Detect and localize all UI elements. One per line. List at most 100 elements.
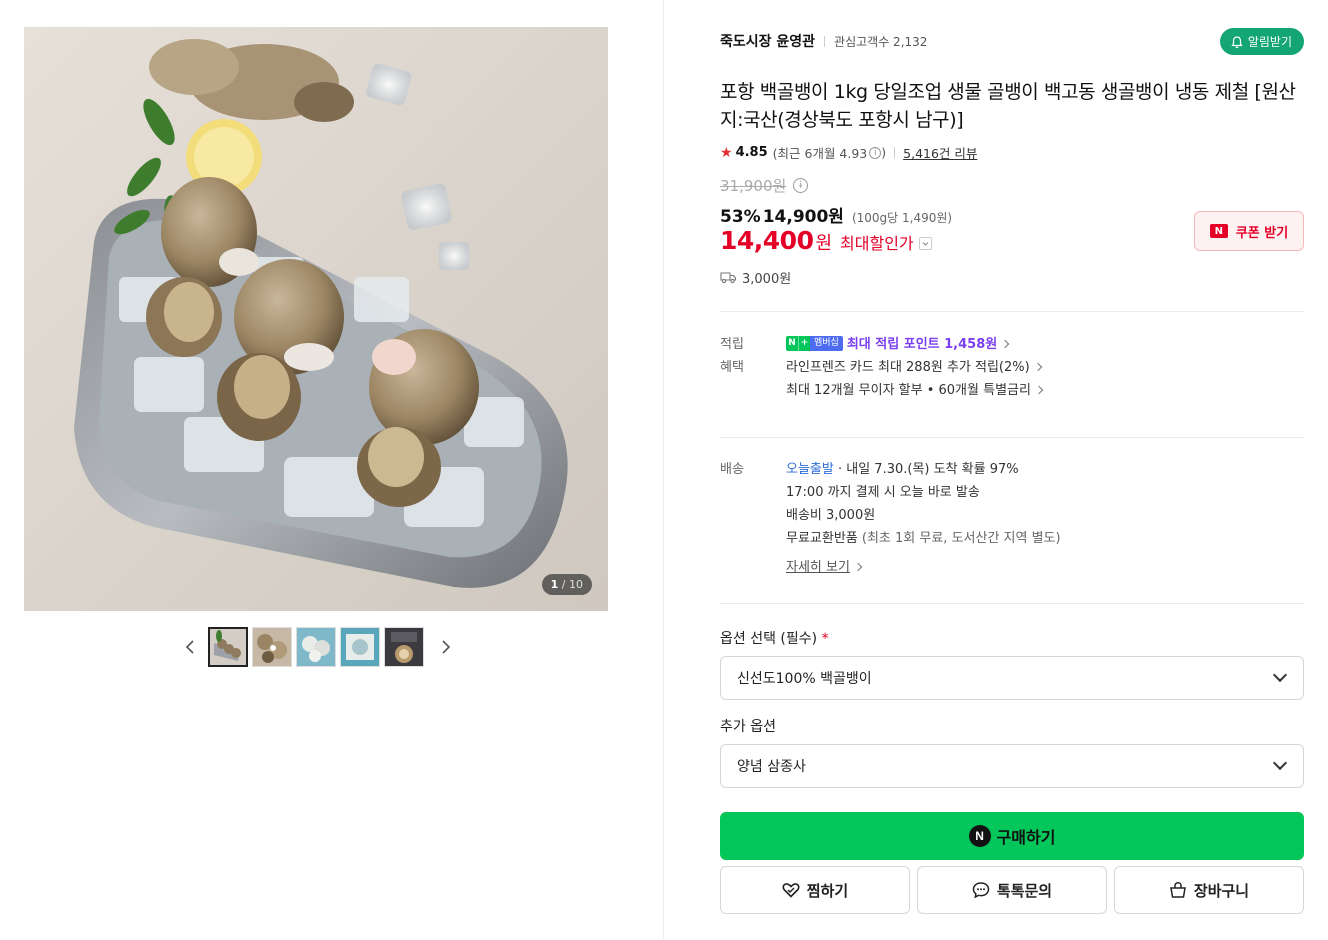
discount-row: 53% 14,900원 (100g당 1,490원) bbox=[720, 202, 952, 227]
thumbnail-2[interactable] bbox=[252, 627, 292, 667]
delivery-label: 배송 bbox=[720, 462, 744, 477]
max-discount-won: 원 bbox=[815, 233, 833, 254]
chevron-down-icon bbox=[1272, 755, 1288, 771]
extra-option-label: 추가 옵션 bbox=[720, 719, 776, 735]
alarm-button[interactable]: 알림받기 bbox=[1219, 28, 1304, 55]
truck-icon bbox=[720, 272, 737, 284]
thumbnail-prev-button[interactable] bbox=[178, 627, 202, 667]
benefit-label: 혜택 bbox=[720, 360, 744, 375]
required-mark: * bbox=[821, 631, 829, 647]
benefit-line-2-text: 최대 12개월 무이자 할부 • 60개월 특별금리 bbox=[786, 383, 1031, 398]
discount-rate: 53% bbox=[720, 207, 761, 227]
image-counter-current: 1 bbox=[550, 578, 559, 591]
chevron-left-icon bbox=[185, 640, 194, 654]
shipping-fee-row: 3,000원 bbox=[720, 268, 791, 287]
required-option-label: 옵션 선택 (필수) * bbox=[720, 628, 829, 648]
talk-label: 톡톡문의 bbox=[996, 882, 1053, 900]
max-discount-price: 14,400 bbox=[720, 226, 814, 255]
store-fans-count: 관심고객수 2,132 bbox=[834, 34, 928, 49]
chevron-right-icon bbox=[853, 562, 863, 572]
thumbnail-next-button[interactable] bbox=[434, 627, 458, 667]
divider-2 bbox=[720, 437, 1304, 438]
chevron-right-icon bbox=[1034, 385, 1044, 395]
cart-label: 장바구니 bbox=[1193, 882, 1250, 900]
store-name[interactable]: 죽도시장 윤영관 bbox=[720, 31, 815, 51]
wish-button[interactable]: 찜하기 bbox=[720, 866, 910, 914]
store-row: 죽도시장 윤영관 관심고객수 2,132 알림받기 bbox=[720, 28, 1304, 55]
shopping-basket-icon bbox=[1170, 882, 1186, 898]
naver-coupon-icon: N bbox=[1209, 224, 1228, 238]
return-note: (최초 1회 무료, 도서산간 지역 별도) bbox=[857, 531, 1061, 546]
star-icon: ★ bbox=[720, 144, 733, 161]
chevron-right-icon bbox=[442, 640, 451, 654]
membership-badge-text: 멤버십 bbox=[810, 336, 843, 351]
naver-plus-membership-badge: N + 멤버십 bbox=[786, 336, 843, 351]
thumbnail-5[interactable] bbox=[384, 627, 424, 667]
return-main: 무료교환반품 bbox=[786, 531, 858, 546]
recent-rating: (최근 6개월 4.93 bbox=[772, 146, 868, 161]
thumbnail-3[interactable] bbox=[296, 627, 336, 667]
delivery-detail-link[interactable]: 자세히 보기 bbox=[786, 560, 850, 575]
delivery-cutoff: 17:00 까지 결제 시 오늘 바로 발송 bbox=[786, 485, 980, 500]
review-count-link[interactable]: 5,416건 리뷰 bbox=[903, 143, 977, 162]
buy-label: 구매하기 bbox=[996, 830, 1056, 847]
secondary-actions: 찜하기 톡톡문의 장바구니 bbox=[720, 866, 1304, 914]
wish-label: 찜하기 bbox=[806, 882, 849, 900]
arrival-estimate: · 내일 7.30.(목) 도착 확률 97% bbox=[833, 462, 1019, 477]
gallery-panel: 1 / 10 bbox=[0, 0, 663, 940]
delivery-today-line: 오늘출발 · 내일 7.30.(목) 도착 확률 97% bbox=[786, 458, 1061, 481]
extra-option-select[interactable]: 양념 삼종사 bbox=[720, 744, 1304, 788]
shipping-fee: 3,000원 bbox=[742, 272, 792, 287]
divider-3 bbox=[720, 603, 1304, 604]
thumbnail-1[interactable] bbox=[208, 627, 248, 667]
unit-price: (100g당 1,490원) bbox=[851, 211, 953, 225]
alarm-label: 알림받기 bbox=[1247, 35, 1292, 49]
required-option-select[interactable]: 신선도100% 백골뱅이 bbox=[720, 656, 1304, 700]
benefit-row: 혜택 라인프렌즈 카드 최대 288원 추가 적립(2%) 최대 12개월 무이… bbox=[720, 356, 1304, 402]
benefit-line-2[interactable]: 최대 12개월 무이자 할부 • 60개월 특별금리 bbox=[786, 379, 1044, 402]
rating-score: 4.85 bbox=[735, 145, 768, 160]
bell-plus-icon bbox=[1231, 35, 1243, 48]
thumbnail-4[interactable] bbox=[340, 627, 380, 667]
image-counter: 1 / 10 bbox=[541, 574, 592, 595]
talk-inquiry-button[interactable]: 톡톡문의 bbox=[917, 866, 1107, 914]
today-shipping: 오늘출발 bbox=[786, 462, 834, 477]
product-main-image[interactable]: 1 / 10 bbox=[24, 27, 608, 611]
points-line[interactable]: N + 멤버십 최대 적립 포인트 1,458원 bbox=[786, 333, 1010, 356]
delivery-fee: 배송비 3,000원 bbox=[786, 508, 876, 523]
chevron-down-icon[interactable] bbox=[918, 237, 932, 250]
panel-divider bbox=[663, 0, 664, 940]
max-discount-label: 최대할인가 bbox=[840, 234, 914, 253]
extra-option-value: 양념 삼종사 bbox=[737, 759, 806, 775]
cart-button[interactable]: 장바구니 bbox=[1114, 866, 1304, 914]
points-label: 적립 bbox=[720, 337, 744, 352]
max-discount-row[interactable]: 14,400 원 최대할인가 bbox=[720, 226, 932, 255]
divider-1 bbox=[720, 311, 1304, 312]
info-icon[interactable]: i bbox=[869, 146, 882, 159]
chevron-down-icon bbox=[1272, 667, 1288, 683]
delivery-info: 배송 오늘출발 · 내일 7.30.(목) 도착 확률 97% 17:00 까지… bbox=[720, 458, 1304, 579]
return-policy: 무료교환반품 (최초 1회 무료, 도서산간 지역 별도) bbox=[786, 527, 1061, 550]
benefit-line-1[interactable]: 라인프렌즈 카드 최대 288원 추가 적립(2%) bbox=[786, 356, 1042, 379]
coupon-label: 쿠폰 받기 bbox=[1235, 225, 1289, 241]
rating-divider bbox=[894, 147, 896, 158]
required-option-value: 신선도100% 백골뱅이 bbox=[737, 671, 872, 687]
thumbnail-strip bbox=[178, 627, 458, 667]
product-title: 포항 백골뱅이 1kg 당일조업 생물 골뱅이 백고동 생골뱅이 냉동 제철 [… bbox=[720, 81, 1296, 131]
chevron-right-icon bbox=[1033, 362, 1042, 372]
chat-bubble-icon bbox=[972, 882, 990, 899]
points-row: 적립 N + 멤버십 최대 적립 포인트 1,458원 bbox=[720, 333, 1304, 356]
original-price: 31,900원 bbox=[720, 177, 787, 195]
heart-icon bbox=[782, 883, 800, 898]
coupon-button[interactable]: N 쿠폰 받기 bbox=[1194, 211, 1304, 251]
benefit-line-1-text: 라인프렌즈 카드 최대 288원 추가 적립(2%) bbox=[786, 360, 1030, 375]
required-option-label-text: 옵션 선택 (필수) bbox=[720, 631, 818, 647]
buy-button[interactable]: N 구매하기 bbox=[720, 812, 1304, 860]
price-info-icon[interactable]: i bbox=[793, 178, 809, 193]
delivery-detail-line[interactable]: 자세히 보기 bbox=[786, 556, 1061, 579]
store-divider bbox=[824, 35, 826, 47]
chevron-right-icon bbox=[1000, 339, 1010, 349]
points-benefits: 적립 N + 멤버십 최대 적립 포인트 1,458원 혜택 라인프렌즈 카드 최대 … bbox=[720, 333, 1304, 402]
rating-row: ★ 4.85 (최근 6개월 4.93 i ) 5,416건 리뷰 bbox=[720, 143, 977, 162]
original-price-row: 31,900원 i bbox=[720, 175, 809, 196]
